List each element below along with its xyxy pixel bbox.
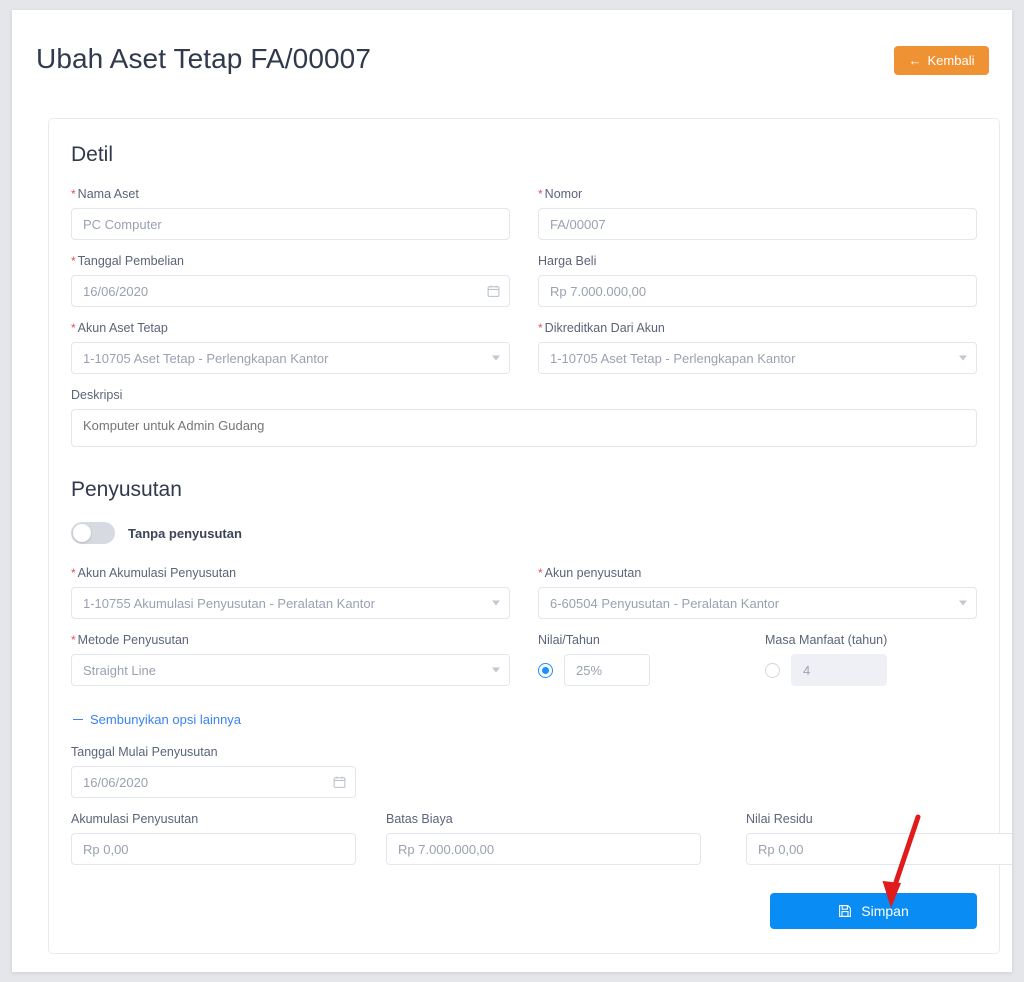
row-tanggal-harga: *Tanggal Pembelian Harga Beli [71, 254, 977, 307]
dikreditkan-dari-akun-wrap [538, 342, 977, 374]
toggle-more-options-link[interactable]: Sembunyikan opsi lainnya [73, 712, 241, 727]
page-header: Ubah Aset Tetap FA/00007 ← Kembali [12, 10, 1012, 105]
metode-penyusutan-select[interactable] [71, 654, 510, 686]
batas-biaya-input[interactable] [386, 833, 701, 865]
nilai-per-tahun-radio[interactable] [538, 662, 553, 678]
row-akun: *Akun Aset Tetap *Dikreditkan Dari Akun [71, 321, 977, 374]
label-tanggal-mulai-penyusutan: Tanggal Mulai Penyusutan [71, 745, 218, 759]
akun-akumulasi-penyusutan-select[interactable] [71, 587, 510, 619]
label-akun-aset-tetap: * Akun Aset Tetap [71, 321, 168, 335]
required-marker: * [71, 566, 76, 580]
form-card: Detil *Nama Aset *Nomor *Tanggal Pembeli… [48, 118, 1012, 954]
footer-actions: Simpan [71, 893, 977, 929]
row-akun-penyusutan: *Akun Akumulasi Penyusutan *Akun penyusu… [71, 566, 977, 619]
save-disk-icon [838, 904, 852, 918]
save-button[interactable]: Simpan [770, 893, 977, 929]
required-marker: * [71, 254, 76, 268]
label-batas-biaya: Batas Biaya [386, 812, 453, 826]
tanpa-penyusutan-label: Tanpa penyusutan [128, 525, 242, 541]
nilai-per-tahun-input[interactable] [564, 654, 650, 686]
akun-aset-tetap-select[interactable] [71, 342, 510, 374]
metode-penyusutan-wrap [71, 654, 510, 686]
nilai-per-tahun-row [538, 654, 650, 686]
label-tanggal-pembelian: * Tanggal Pembelian [71, 254, 184, 268]
field-dikreditkan-dari-akun: * Dikreditkan Dari Akun [538, 321, 977, 374]
back-button[interactable]: ← Kembali [894, 46, 989, 75]
field-metode-penyusutan: * Metode Penyusutan [71, 633, 510, 686]
row-nama-nomor: *Nama Aset *Nomor [71, 187, 977, 240]
field-tanggal-mulai-penyusutan: Tanggal Mulai Penyusutan [71, 745, 356, 798]
page-shell: Ubah Aset Tetap FA/00007 ← Kembali Detil… [12, 10, 1012, 972]
field-batas-biaya: Batas Biaya [386, 812, 701, 865]
field-akumulasi-penyusutan: Akumulasi Penyusutan [71, 812, 356, 865]
row-tanggal-mulai: Tanggal Mulai Penyusutan [71, 745, 977, 798]
tanggal-mulai-penyusutan-wrap [71, 766, 356, 798]
field-nilai-residu: Nilai Residu [746, 812, 1012, 865]
required-marker: * [538, 321, 543, 335]
tanpa-penyusutan-toggle[interactable] [71, 522, 115, 544]
tanggal-pembelian-input[interactable] [71, 275, 510, 307]
harga-beli-input[interactable] [538, 275, 977, 307]
nama-aset-input[interactable] [71, 208, 510, 240]
masa-manfaat-row [765, 654, 887, 686]
akun-penyusutan-select[interactable] [538, 587, 977, 619]
required-marker: * [538, 187, 543, 201]
label-deskripsi: Deskripsi [71, 388, 123, 402]
required-marker: * [71, 321, 76, 335]
deskripsi-textarea[interactable] [71, 409, 977, 447]
row-nilai-akhir: Akumulasi Penyusutan Batas Biaya Nilai R… [71, 812, 1012, 865]
label-nilai-per-tahun: Nilai/Tahun [538, 633, 600, 647]
akun-penyusutan-wrap [538, 587, 977, 619]
row-metode-nilai: *Metode Penyusutan Nilai/Tahun [71, 633, 977, 686]
label-nama-aset: * Nama Aset [71, 187, 139, 201]
field-nilai-per-tahun: Nilai/Tahun Masa Manfaat (tahun) [538, 633, 977, 686]
masa-manfaat-radio[interactable] [765, 662, 780, 678]
save-button-label: Simpan [861, 903, 909, 919]
field-akun-penyusutan: * Akun penyusutan [538, 566, 977, 619]
required-marker: * [538, 566, 543, 580]
field-harga-beli: Harga Beli [538, 254, 977, 307]
field-akun-aset-tetap: * Akun Aset Tetap [71, 321, 510, 374]
required-marker: * [71, 633, 76, 647]
nomor-input[interactable] [538, 208, 977, 240]
label-metode-penyusutan: * Metode Penyusutan [71, 633, 189, 647]
tanggal-pembelian-wrap [71, 275, 510, 307]
tanggal-mulai-penyusutan-input[interactable] [71, 766, 356, 798]
detail-section-title: Detil [71, 143, 114, 166]
required-marker: * [71, 187, 76, 201]
field-deskripsi: Deskripsi [71, 388, 977, 452]
field-akun-akumulasi-penyusutan: * Akun Akumulasi Penyusutan [71, 566, 510, 619]
toggle-more-options-label: Sembunyikan opsi lainnya [90, 712, 242, 727]
back-button-label: Kembali [927, 53, 975, 68]
toggle-knob [73, 524, 91, 542]
label-masa-manfaat: Masa Manfaat (tahun) [765, 633, 888, 647]
dikreditkan-dari-akun-select[interactable] [538, 342, 977, 374]
field-nomor: * Nomor [538, 187, 977, 240]
field-tanggal-pembelian: * Tanggal Pembelian [71, 254, 510, 307]
nilai-residu-input[interactable] [746, 833, 1012, 865]
akun-aset-tetap-wrap [71, 342, 510, 374]
label-nilai-residu: Nilai Residu [746, 812, 813, 826]
label-nomor: * Nomor [538, 187, 583, 201]
akumulasi-penyusutan-input[interactable] [71, 833, 356, 865]
akun-akumulasi-penyusutan-wrap [71, 587, 510, 619]
page-title: Ubah Aset Tetap FA/00007 [36, 43, 372, 74]
minus-icon [73, 718, 83, 721]
tanpa-penyusutan-row: Tanpa penyusutan [71, 522, 977, 544]
row-deskripsi: Deskripsi [71, 388, 977, 452]
label-harga-beli: Harga Beli [538, 254, 597, 268]
label-akumulasi-penyusutan: Akumulasi Penyusutan [71, 812, 199, 826]
label-akun-penyusutan: * Akun penyusutan [538, 566, 642, 580]
label-dikreditkan-dari-akun: * Dikreditkan Dari Akun [538, 321, 665, 335]
arrow-left-icon: ← [908, 53, 922, 68]
depreciation-section-title: Penyusutan [71, 478, 182, 501]
masa-manfaat-input[interactable] [791, 654, 887, 686]
field-nama-aset: * Nama Aset [71, 187, 510, 240]
label-akun-akumulasi-penyusutan: * Akun Akumulasi Penyusutan [71, 566, 237, 580]
